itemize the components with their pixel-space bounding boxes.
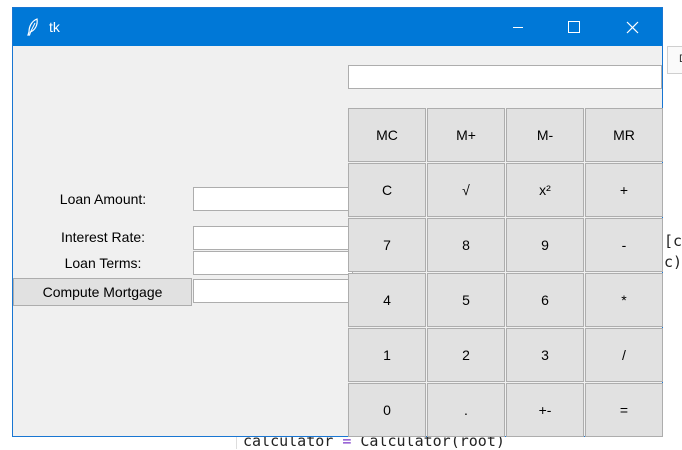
window-client-area: Loan Amount: Interest Rate: Loan Terms: … <box>13 46 664 438</box>
key-decimal[interactable]: . <box>427 383 505 437</box>
key-negate[interactable]: +- <box>506 383 584 437</box>
background-code-line: [c <box>664 232 682 250</box>
key-equals[interactable]: = <box>585 383 663 437</box>
background-gutter <box>236 437 237 449</box>
loan-terms-label: Loan Terms: <box>64 255 142 271</box>
key-2[interactable]: 2 <box>427 328 505 382</box>
key-plus[interactable]: + <box>585 163 663 217</box>
key-7[interactable]: 7 <box>348 218 426 272</box>
key-4[interactable]: 4 <box>348 273 426 327</box>
loan-amount-input[interactable] <box>193 187 353 211</box>
interest-rate-label: Interest Rate: <box>60 229 146 245</box>
minimize-icon <box>513 27 523 28</box>
key-8[interactable]: 8 <box>427 218 505 272</box>
interest-rate-input[interactable] <box>193 226 353 250</box>
key-square[interactable]: x² <box>506 163 584 217</box>
background-code-line: c) <box>664 253 682 271</box>
key-clear[interactable]: C <box>348 163 426 217</box>
key-minus[interactable]: - <box>585 218 663 272</box>
window-title: tk <box>49 19 60 35</box>
key-6[interactable]: 6 <box>506 273 584 327</box>
calculator-keypad: MC M+ M- MR C √ x² + 7 8 9 - 4 5 6 * 1 2… <box>348 108 664 438</box>
key-mc[interactable]: MC <box>348 108 426 162</box>
key-0[interactable]: 0 <box>348 383 426 437</box>
maximize-button[interactable] <box>551 8 597 46</box>
key-1[interactable]: 1 <box>348 328 426 382</box>
key-multiply[interactable]: * <box>585 273 663 327</box>
minimize-button[interactable] <box>495 8 541 46</box>
key-divide[interactable]: / <box>585 328 663 382</box>
key-m-minus[interactable]: M- <box>506 108 584 162</box>
title-bar[interactable]: tk <box>13 8 662 46</box>
close-button[interactable] <box>609 8 655 46</box>
loan-terms-input[interactable] <box>193 251 353 275</box>
key-9[interactable]: 9 <box>506 218 584 272</box>
close-icon <box>626 21 638 33</box>
compute-mortgage-button[interactable]: Compute Mortgage <box>13 278 192 306</box>
background-editor-button[interactable]: D <box>667 46 682 74</box>
key-5[interactable]: 5 <box>427 273 505 327</box>
key-sqrt[interactable]: √ <box>427 163 505 217</box>
calculator-display[interactable] <box>348 65 662 89</box>
key-3[interactable]: 3 <box>506 328 584 382</box>
key-mr[interactable]: MR <box>585 108 663 162</box>
loan-amount-label: Loan Amount: <box>59 191 147 207</box>
maximize-icon <box>568 21 580 33</box>
mortgage-result-field[interactable] <box>193 279 353 303</box>
key-m-plus[interactable]: M+ <box>427 108 505 162</box>
feather-icon <box>27 18 38 36</box>
tk-window: tk Loan Amount: Interest Rate: Loan Term… <box>12 7 663 437</box>
